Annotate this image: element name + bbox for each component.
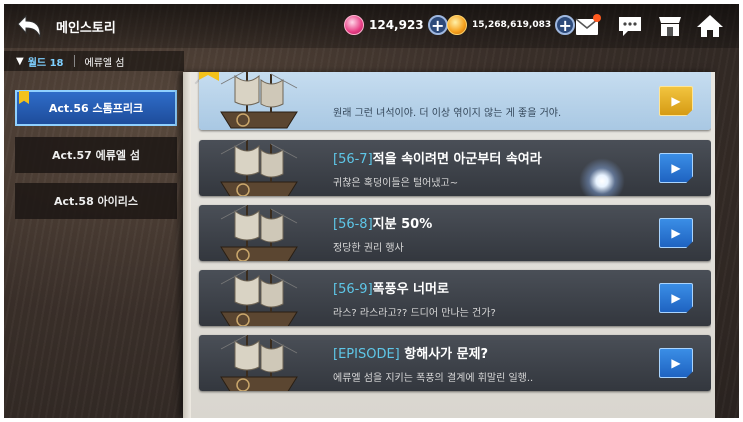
chapter-desc: 라스? 라스라고?? 드디어 만나는 건가? — [333, 308, 496, 319]
ship-icon — [220, 335, 298, 391]
gold-currency: 15,268,619,083 + — [447, 15, 576, 35]
divider — [73, 55, 75, 67]
gem-icon — [344, 15, 364, 35]
bookmark-icon — [19, 91, 29, 104]
chapter-title: [56-7]적을 속이려면 아군부터 속여라 — [333, 152, 542, 167]
chapter-title: [EPISODE] 항해사가 문제? — [333, 347, 489, 362]
ship-icon — [220, 72, 298, 129]
breadcrumb[interactable]: ▼ 월드 18 에류엘 섬 — [4, 51, 184, 71]
add-gem-button[interactable]: + — [427, 15, 448, 35]
chapter-desc: 에류엘 섬을 지키는 폭풍의 결계에 휘말린 일행.. — [333, 373, 534, 384]
play-button[interactable]: ▶ — [659, 86, 693, 116]
play-button[interactable]: ▶ — [659, 283, 693, 313]
act-label: Act.56 스톰프리크 — [48, 102, 144, 115]
act-tab-56[interactable]: Act.56 스톰프리크 — [15, 90, 177, 126]
sparkle-icon — [579, 158, 625, 196]
play-button[interactable]: ▶ — [659, 218, 693, 248]
play-button[interactable]: ▶ — [659, 348, 693, 378]
gold-amount: 15,268,619,083 — [472, 20, 552, 30]
mail-icon[interactable] — [574, 13, 602, 39]
ship-icon — [220, 270, 298, 326]
ship-icon — [220, 140, 298, 196]
world-label: 월드 18 — [27, 57, 64, 69]
chapter-card[interactable]: [56-8]지분 50% 정당한 권리 행사 ▶ — [199, 205, 711, 261]
chapter-title: [56-8]지분 50% — [333, 217, 433, 232]
ship-icon — [220, 205, 298, 261]
gold-coin-icon — [447, 15, 467, 35]
page-title: 메인스토리 — [56, 21, 116, 36]
back-arrow-icon[interactable] — [14, 12, 44, 40]
chapter-desc: 원래 그런 녀석이야. 더 이상 엮이지 않는 게 좋을 거야. — [333, 108, 562, 119]
chapter-card-cleared[interactable]: 원래 그런 녀석이야. 더 이상 엮이지 않는 게 좋을 거야. ▶ — [199, 72, 711, 130]
act-label: Act.57 에류엘 섬 — [52, 149, 140, 162]
play-button[interactable]: ▶ — [659, 153, 693, 183]
chevron-down-icon: ▼ — [16, 55, 24, 67]
top-bar: 메인스토리 124,923 + 15,268,619,083 + — [4, 4, 739, 48]
chat-icon[interactable] — [616, 13, 644, 39]
add-gold-button[interactable]: + — [555, 15, 576, 35]
chapter-title: [56-9]폭풍우 너머로 — [333, 282, 449, 297]
book-spine — [183, 72, 191, 418]
chapter-card-episode[interactable]: [EPISODE] 항해사가 문제? 에류엘 섬을 지키는 폭풍의 결계에 휘말… — [199, 335, 711, 391]
island-label: 에류엘 섬 — [84, 57, 125, 69]
gem-amount: 124,923 — [369, 18, 424, 32]
chapter-book: 원래 그런 녀석이야. 더 이상 엮이지 않는 게 좋을 거야. ▶ [56-7… — [183, 72, 715, 418]
gem-currency: 124,923 + — [344, 15, 448, 35]
home-icon[interactable] — [696, 13, 724, 39]
act-label: Act.58 아이리스 — [53, 195, 139, 208]
act-tab-57[interactable]: Act.57 에류엘 섬 — [15, 137, 177, 173]
game-screen: 메인스토리 124,923 + 15,268,619,083 + ▼ 월드 18… — [4, 4, 739, 418]
shop-icon[interactable] — [656, 13, 684, 39]
chapter-list[interactable]: 원래 그런 녀석이야. 더 이상 엮이지 않는 게 좋을 거야. ▶ [56-7… — [193, 72, 711, 418]
chapter-card[interactable]: [56-9]폭풍우 너머로 라스? 라스라고?? 드디어 만나는 건가? ▶ — [199, 270, 711, 326]
act-tab-58[interactable]: Act.58 아이리스 — [15, 183, 177, 219]
chapter-desc: 정당한 권리 행사 — [333, 243, 404, 254]
chapter-desc: 귀찮은 혹덩이들은 털어냈고~ — [333, 178, 459, 189]
chapter-card[interactable]: [56-7]적을 속이려면 아군부터 속여라 귀찮은 혹덩이들은 털어냈고~ ▶ — [199, 140, 711, 196]
